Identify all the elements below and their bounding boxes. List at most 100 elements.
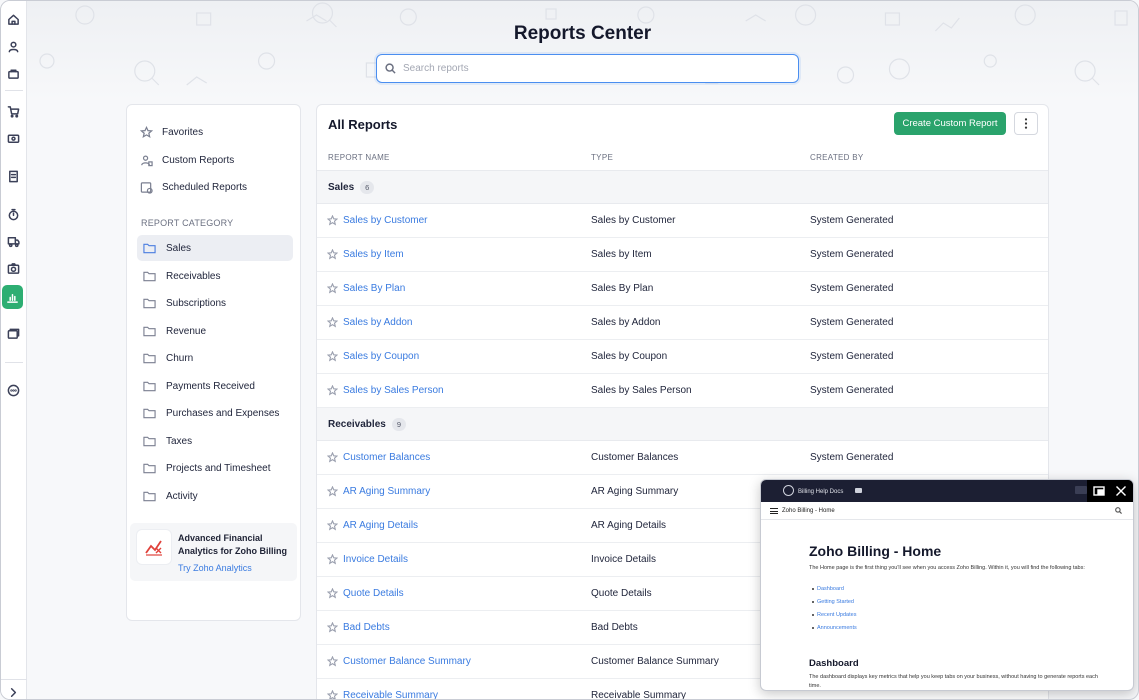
help-link-recent-updates[interactable]: Recent Updates	[812, 612, 857, 625]
report-name-link[interactable]: AR Aging Details	[343, 520, 418, 531]
help-heading: Zoho Billing - Home	[809, 543, 942, 559]
timer-icon[interactable]	[5, 206, 22, 223]
report-created-by: System Generated	[810, 249, 894, 260]
sidebar-item-custom-reports[interactable]: Custom Reports	[140, 151, 234, 169]
group-name: Sales	[328, 181, 355, 193]
money-icon[interactable]	[5, 130, 22, 147]
category-projects-timesheet[interactable]: Projects and Timesheet	[137, 455, 293, 481]
help-action-button[interactable]	[1075, 486, 1087, 494]
help-section-text: The dashboard displays key metrics that …	[809, 674, 1098, 689]
column-header-type[interactable]: TYPE	[591, 153, 613, 162]
sidebar-item-favorites[interactable]: Favorites	[140, 123, 203, 141]
report-name-link[interactable]: Sales by Addon	[343, 317, 413, 328]
report-type: Customer Balance Summary	[591, 656, 719, 667]
chart-icon[interactable]	[2, 285, 23, 309]
category-label: Receivables	[166, 270, 221, 282]
rail-divider	[1, 679, 27, 680]
category-taxes[interactable]: Taxes	[137, 428, 293, 454]
search-icon[interactable]	[1115, 507, 1122, 514]
category-activity[interactable]: Activity	[137, 483, 293, 509]
pop-out-icon[interactable]	[1093, 485, 1105, 497]
report-name-link[interactable]: Customer Balance Summary	[343, 656, 471, 667]
table-row[interactable]: Sales by Sales Person Sales by Sales Pers…	[317, 374, 1048, 408]
report-name-link[interactable]: Sales By Plan	[343, 283, 405, 294]
category-subscriptions[interactable]: Subscriptions	[137, 290, 293, 316]
more-icon[interactable]	[5, 382, 22, 399]
favorite-star-icon[interactable]	[326, 587, 339, 599]
report-name-link[interactable]: Bad Debts	[343, 622, 390, 633]
report-name-link[interactable]: Quote Details	[343, 588, 404, 599]
table-row[interactable]: Sales by Item Sales by Item System Generat…	[317, 238, 1048, 272]
report-name-link[interactable]: AR Aging Summary	[343, 486, 430, 497]
favorite-star-icon[interactable]	[326, 485, 339, 497]
report-type: Bad Debts	[591, 622, 638, 633]
report-name-link[interactable]: Sales by Customer	[343, 215, 427, 226]
help-nav-title: Zoho Billing - Home	[782, 508, 835, 514]
zoho-logo-icon	[783, 485, 794, 496]
report-name-link[interactable]: Sales by Coupon	[343, 351, 419, 362]
help-link-getting-started[interactable]: Getting Started	[812, 599, 857, 612]
cards-icon[interactable]	[5, 325, 22, 342]
more-options-button[interactable]	[1014, 112, 1038, 135]
category-payments-received[interactable]: Payments Received	[137, 373, 293, 399]
report-created-by: System Generated	[810, 452, 894, 463]
chat-icon[interactable]	[855, 488, 862, 493]
table-row[interactable]: Customer Balances Customer Balances System…	[317, 441, 1048, 475]
search-input[interactable]	[403, 63, 798, 74]
report-type: AR Aging Summary	[591, 486, 679, 497]
category-label: Activity	[166, 490, 198, 502]
create-custom-report-button[interactable]: Create Custom Report	[894, 112, 1006, 135]
expand-icon[interactable]	[5, 684, 22, 699]
column-header-name[interactable]: REPORT NAME	[328, 153, 390, 162]
try-zoho-analytics-link[interactable]: Try Zoho Analytics	[178, 563, 252, 573]
report-name-link[interactable]: Receivable Summary	[343, 690, 438, 699]
favorite-star-icon[interactable]	[326, 282, 339, 294]
table-row[interactable]: Sales by Coupon Sales by Coupon System Gen…	[317, 340, 1048, 374]
table-row[interactable]: Sales By Plan Sales By Plan System Generat…	[317, 272, 1048, 306]
help-link-announcements[interactable]: Announcements	[812, 625, 857, 638]
favorite-star-icon[interactable]	[326, 519, 339, 531]
home-icon[interactable]	[5, 11, 22, 28]
close-icon[interactable]	[1115, 485, 1127, 497]
table-row[interactable]: Sales by Addon Sales by Addon System Gener…	[317, 306, 1048, 340]
help-brand: Billing Help Docs	[798, 489, 844, 495]
kebab-icon	[1024, 118, 1028, 129]
favorite-star-icon[interactable]	[326, 316, 339, 328]
help-link-dashboard[interactable]: Dashboard	[812, 586, 857, 599]
favorite-star-icon[interactable]	[326, 553, 339, 565]
cart-icon[interactable]	[5, 103, 22, 120]
table-row[interactable]: Sales by Customer Sales by Customer System…	[317, 204, 1048, 238]
column-header-created-by[interactable]: CREATED BY	[810, 153, 864, 162]
report-name-link[interactable]: Customer Balances	[343, 452, 430, 463]
category-churn[interactable]: Churn	[137, 345, 293, 371]
report-name-link[interactable]: Sales by Item	[343, 249, 404, 260]
folder-icon	[143, 298, 156, 308]
report-created-by: System Generated	[810, 351, 894, 362]
bag-icon[interactable]	[5, 65, 22, 82]
help-nav-bar: Zoho Billing - Home	[761, 502, 1133, 520]
report-name-link[interactable]: Sales by Sales Person	[343, 385, 444, 396]
favorite-star-icon[interactable]	[326, 214, 339, 226]
user-icon[interactable]	[5, 38, 22, 55]
truck-icon[interactable]	[5, 233, 22, 250]
category-sales[interactable]: Sales	[137, 235, 293, 261]
favorite-star-icon[interactable]	[326, 350, 339, 362]
report-type: AR Aging Details	[591, 520, 667, 531]
report-type: Sales by Item	[591, 249, 652, 260]
category-revenue[interactable]: Revenue	[137, 318, 293, 344]
category-purchases-expenses[interactable]: Purchases and Expenses	[137, 400, 293, 426]
favorite-star-icon[interactable]	[326, 655, 339, 667]
favorite-star-icon[interactable]	[326, 451, 339, 463]
favorite-star-icon[interactable]	[326, 621, 339, 633]
favorite-star-icon[interactable]	[326, 384, 339, 396]
sidebar-item-scheduled-reports[interactable]: Scheduled Reports	[140, 178, 247, 196]
category-label: Sales	[166, 242, 192, 254]
camera-icon[interactable]	[5, 260, 22, 277]
favorite-star-icon[interactable]	[326, 689, 339, 699]
category-receivables[interactable]: Receivables	[137, 263, 293, 289]
favorite-star-icon[interactable]	[326, 248, 339, 260]
search-box[interactable]	[376, 54, 799, 83]
hamburger-icon[interactable]	[770, 508, 778, 514]
receipt-icon[interactable]	[5, 168, 22, 185]
report-name-link[interactable]: Invoice Details	[343, 554, 408, 565]
